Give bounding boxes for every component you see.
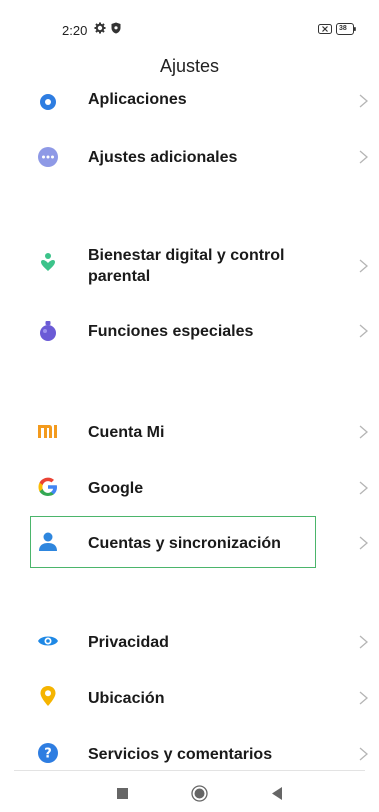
settings-item-label: Privacidad (88, 634, 169, 651)
google-icon (38, 477, 57, 496)
chevron-right-icon (359, 259, 368, 273)
location-pin-icon (40, 686, 56, 706)
help-question-icon: ? (38, 743, 58, 763)
settings-item-label: Bienestar digital y control (88, 247, 285, 264)
settings-item-label: Servicios y comentarios (88, 746, 273, 763)
eye-icon (38, 636, 58, 646)
settings-item-google[interactable]: Google (0, 471, 379, 505)
nav-divider (14, 770, 365, 771)
home-circle-icon[interactable] (191, 785, 208, 802)
svg-text:?: ? (44, 747, 52, 762)
special-features-icon (40, 321, 56, 341)
settings-item-cuentas-sincronizacion[interactable]: Cuentas y sincronización (0, 526, 379, 560)
settings-item-cuenta-mi[interactable]: Cuenta Mi (0, 415, 379, 449)
recents-square-icon[interactable] (117, 788, 128, 799)
scroll-fade (0, 80, 379, 90)
settings-item-funciones-especiales[interactable]: Funciones especiales (0, 315, 379, 349)
settings-gear-icon (94, 22, 106, 34)
chevron-right-icon (359, 481, 368, 495)
mi-logo-icon (38, 425, 57, 438)
sim-x-icon (318, 24, 332, 34)
settings-item-label: Aplicaciones (88, 91, 187, 108)
page-title: Ajustes (159, 56, 220, 76)
settings-item-label: Google (88, 480, 144, 497)
battery-level: 38 (339, 25, 347, 32)
chevron-right-icon (359, 747, 368, 761)
chevron-right-icon (359, 94, 368, 108)
chevron-right-icon (359, 324, 368, 338)
navigation-bar (0, 770, 379, 812)
settings-item-label: Cuentas y sincronización (88, 535, 281, 552)
settings-item-servicios-comentarios[interactable]: ? Servicios y comentarios (0, 737, 379, 771)
status-bar: 2:20 38 (0, 0, 379, 64)
chevron-right-icon (359, 425, 368, 439)
shield-icon (111, 22, 121, 34)
settings-item-label: Cuenta Mi (88, 424, 165, 441)
apps-gear-icon (40, 94, 56, 110)
digital-wellbeing-icon (41, 253, 55, 271)
chevron-right-icon (359, 635, 368, 649)
settings-item-ubicacion[interactable]: Ubicación (0, 681, 379, 715)
settings-item-ajustes-adicionales[interactable]: Ajustes adicionales (0, 140, 379, 174)
chevron-right-icon (359, 691, 368, 705)
settings-item-label: Ajustes adicionales (88, 149, 238, 166)
chevron-right-icon (359, 536, 368, 550)
status-time: 2:20 (62, 23, 88, 38)
settings-item-bienestar-digital[interactable]: Bienestar digital y control parental (0, 244, 379, 288)
account-person-icon (39, 532, 57, 551)
settings-item-label: Ubicación (88, 690, 165, 707)
chevron-right-icon (359, 150, 368, 164)
settings-item-label: Funciones especiales (88, 323, 254, 340)
settings-item-label-line2: parental (88, 268, 151, 285)
more-dots-icon (38, 147, 58, 167)
settings-item-privacidad[interactable]: Privacidad (0, 625, 379, 659)
back-triangle-icon[interactable] (272, 787, 283, 800)
